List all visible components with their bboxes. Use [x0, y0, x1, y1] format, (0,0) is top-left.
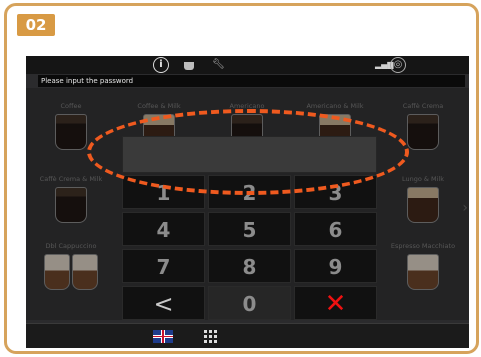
uk-flag-icon[interactable]	[153, 330, 173, 343]
key-8[interactable]: 8	[208, 249, 291, 283]
key-5[interactable]: 5	[208, 212, 291, 246]
signal-icon: ▂▄▆	[375, 60, 394, 69]
info-icon[interactable]: i	[153, 57, 169, 73]
tutorial-frame: 02 i 🔧︎ ▂▄▆ ◎ Please input the password …	[4, 3, 479, 354]
key-2[interactable]: 2	[208, 175, 291, 209]
step-badge: 02	[17, 14, 55, 36]
key-3[interactable]: 3	[294, 175, 377, 209]
machine-screen: i 🔧︎ ▂▄▆ ◎ Please input the password Cof…	[26, 56, 469, 348]
cancel-key[interactable]: ✕	[294, 286, 377, 320]
key-6[interactable]: 6	[294, 212, 377, 246]
key-7[interactable]: 7	[122, 249, 205, 283]
globe-icon[interactable]: ◎	[390, 57, 406, 73]
key-4[interactable]: 4	[122, 212, 205, 246]
password-prompt: Please input the password	[38, 75, 465, 87]
bottom-bar	[26, 323, 469, 348]
key-1[interactable]: 1	[122, 175, 205, 209]
backspace-key[interactable]: <	[122, 286, 205, 320]
grid-icon[interactable]	[204, 330, 217, 343]
numeric-keypad: 1 2 3 4 5 6 7 8 9 < 0 ✕	[122, 175, 377, 321]
status-bar: i 🔧︎ ▂▄▆ ◎	[26, 56, 469, 74]
key-9[interactable]: 9	[294, 249, 377, 283]
key-0[interactable]: 0	[208, 286, 291, 320]
cup-icon[interactable]	[184, 62, 194, 70]
wrench-icon[interactable]: 🔧︎	[212, 57, 225, 73]
password-input[interactable]	[122, 136, 377, 173]
